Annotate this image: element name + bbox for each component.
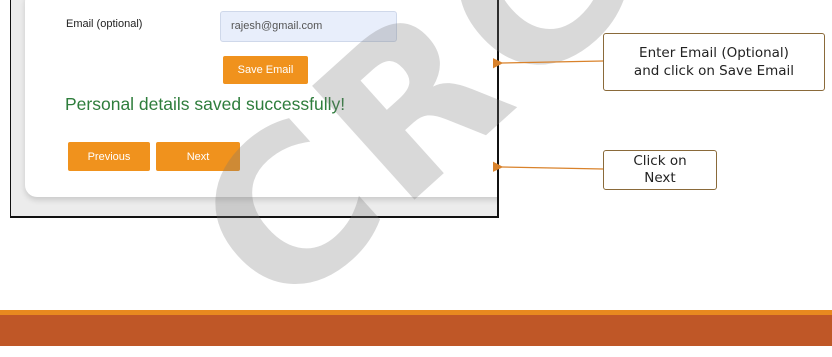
email-callout-line1: Enter Email (Optional) [639, 45, 789, 61]
next-callout: Click on Next [603, 150, 717, 190]
next-callout-line2: Next [644, 170, 676, 186]
email-callout-line2: and click on Save Email [633, 63, 795, 79]
footer-bar [0, 315, 832, 346]
next-callout-line1: Click on [633, 153, 687, 169]
next-callout-arrow [492, 161, 604, 173]
email-callout-arrow [492, 57, 604, 69]
email-callout: Enter Email (Optional) and click on Save… [603, 33, 825, 91]
